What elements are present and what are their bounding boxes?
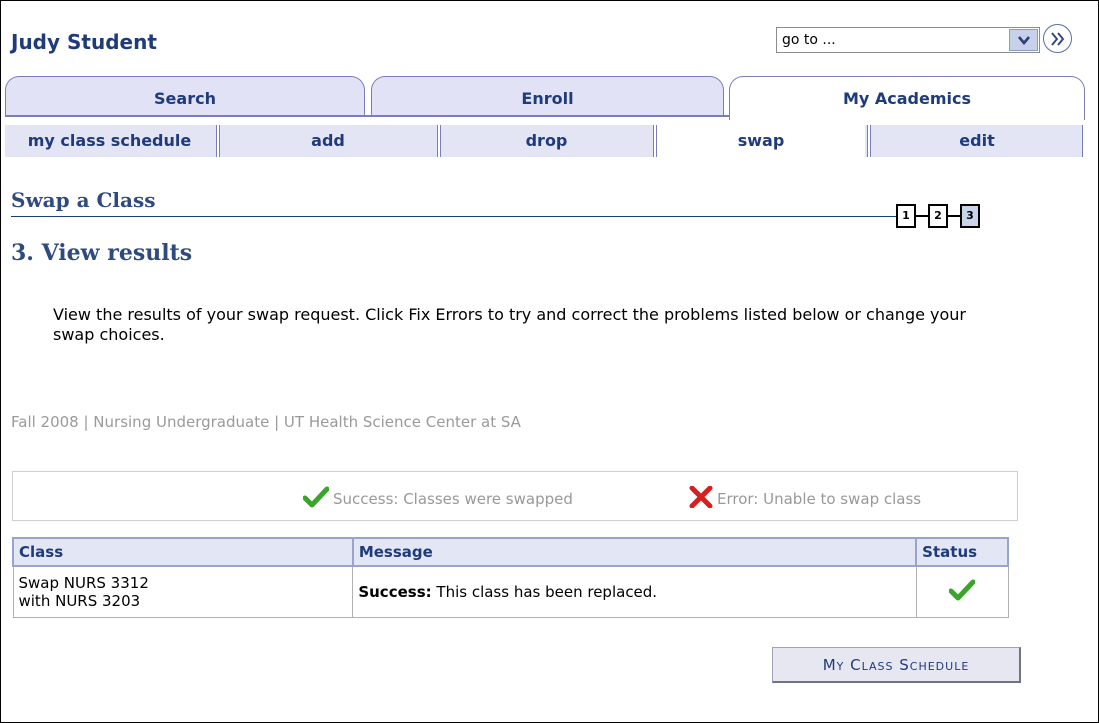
column-header-class: Class: [12, 537, 354, 567]
subnav-edit[interactable]: edit: [872, 125, 1082, 157]
tab-label: My Academics: [842, 89, 972, 108]
my-class-schedule-button[interactable]: My Class Schedule: [772, 647, 1021, 683]
class-cell: Swap NURS 3312 with NURS 3203: [12, 565, 354, 618]
step-connector: [916, 215, 928, 217]
student-name: Judy Student: [11, 30, 157, 54]
step-3-box: 3: [960, 204, 980, 228]
error-x-icon: [689, 485, 713, 512]
instructions-text: View the results of your swap request. C…: [53, 305, 966, 344]
table-header-row: Class Message Status: [12, 537, 1009, 567]
subnav-swap[interactable]: swap: [657, 125, 865, 157]
table-row: Swap NURS 3312 with NURS 3203 Success: T…: [12, 565, 1009, 618]
subnav-my-class-schedule[interactable]: my class schedule: [5, 125, 214, 157]
step-2-box: 2: [928, 204, 948, 228]
class-line-1: Swap NURS 3312: [18, 574, 149, 592]
subnav-divider: [867, 125, 871, 157]
status-legend: Success: Classes were swapped Error: Una…: [12, 471, 1018, 521]
legend-error: Error: Unable to swap class: [689, 485, 922, 512]
subnav-label: drop: [525, 131, 568, 150]
class-line-2: with NURS 3203: [18, 592, 141, 610]
subnav-label: add: [311, 131, 345, 150]
checkmark-icon: [948, 579, 976, 605]
subnav-divider: [437, 125, 441, 157]
subnav-divider: [1082, 125, 1085, 157]
message-prefix: Success:: [358, 583, 432, 601]
page-title: Swap a Class: [11, 188, 156, 212]
status-cell: [915, 565, 1009, 618]
tab-search[interactable]: Search: [5, 76, 365, 116]
subnav-divider: [216, 125, 220, 157]
subnav-add[interactable]: add: [221, 125, 435, 157]
tab-label: Search: [154, 89, 216, 108]
subnav-bar: my class schedule add drop swap edit: [5, 125, 1085, 157]
subnav-label: my class schedule: [27, 131, 192, 150]
go-button-icon[interactable]: [1043, 24, 1072, 53]
legend-success: Success: Classes were swapped: [302, 486, 573, 512]
tab-enroll[interactable]: Enroll: [371, 76, 724, 116]
goto-select-value: go to ...: [782, 32, 836, 48]
legend-success-label: Success: Classes were swapped: [333, 490, 573, 508]
success-checkmark-icon: [302, 486, 330, 512]
title-rule: [11, 216, 896, 217]
step-heading: 3. View results: [11, 240, 193, 266]
column-header-status: Status: [915, 537, 1009, 567]
results-table: Class Message Status Swap NURS 3312 with…: [12, 537, 1009, 618]
subnav-drop[interactable]: drop: [442, 125, 651, 157]
tab-label: Enroll: [521, 89, 574, 108]
legend-error-label: Error: Unable to swap class: [717, 490, 922, 508]
tab-my-academics[interactable]: My Academics: [729, 76, 1085, 120]
step-1-box: 1: [896, 204, 916, 228]
message-text: This class has been replaced.: [436, 583, 658, 601]
dropdown-arrow-icon[interactable]: [1009, 29, 1038, 51]
subnav-label: swap: [737, 131, 785, 150]
subnav-label: edit: [959, 131, 995, 150]
term-info: Fall 2008 | Nursing Undergraduate | UT H…: [11, 413, 521, 431]
column-header-message: Message: [351, 537, 918, 567]
message-cell: Success: This class has been replaced.: [352, 565, 917, 618]
goto-select[interactable]: go to ...: [776, 27, 1040, 53]
step-connector: [948, 215, 960, 217]
